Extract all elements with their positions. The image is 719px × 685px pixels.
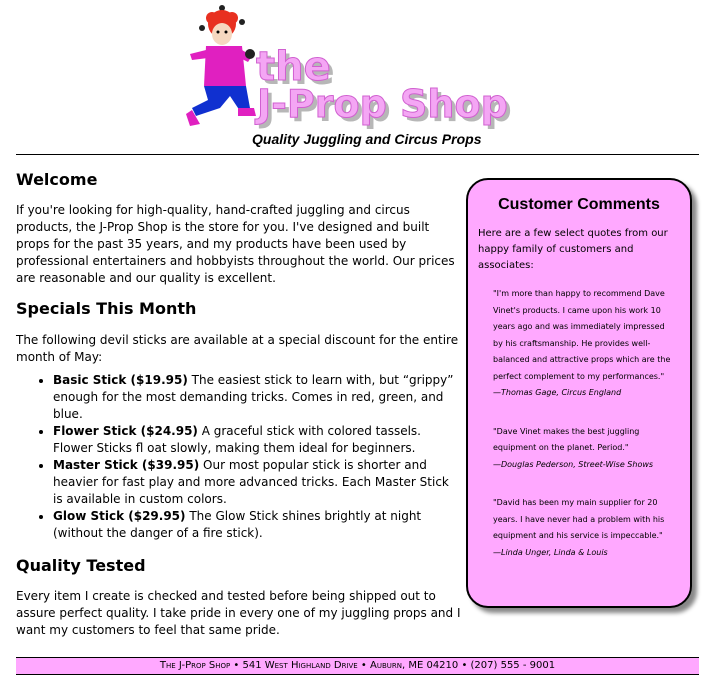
customer-comments-box: Customer Comments Here are a few select … (466, 178, 692, 608)
customer-quote: "I'm more than happy to recommend Dave V… (493, 286, 674, 402)
quote-attribution: —Thomas Gage, Circus England (493, 388, 622, 397)
footer-address: The J-Prop Shop • 541 West Highland Driv… (16, 657, 699, 675)
header-divider (16, 154, 699, 155)
tagline-text: Quality Juggling and Circus Props (252, 131, 482, 147)
quote-attribution: —Douglas Pederson, Street-Wise Shows (493, 459, 654, 469)
specials-intro: The following devil sticks are available… (16, 333, 459, 364)
customer-quote: "Dave Vinet makes the best juggling equi… (493, 424, 674, 474)
quote-text: "I'm more than happy to recommend Dave V… (493, 289, 671, 381)
sidebar-heading: Customer Comments (498, 196, 660, 213)
quote-text: "Dave Vinet makes the best juggling equi… (493, 426, 640, 453)
quote-text: "David has been my main supplier for 20 … (493, 498, 665, 540)
header: the the J-Prop Shop J-Prop Shop Quality … (0, 0, 719, 150)
quality-text: Every item I create is checked and teste… (16, 589, 461, 637)
customer-quote: "David has been my main supplier for 20 … (493, 495, 674, 561)
welcome-text: If you're looking for high-quality, hand… (16, 203, 455, 285)
item-name: Basic Stick ($19.95) (53, 373, 188, 387)
quality-heading: Quality Tested (16, 556, 146, 575)
specials-heading: Specials This Month (16, 299, 197, 318)
list-item: Flower Stick ($24.95) A graceful stick w… (53, 423, 462, 457)
quote-attribution: —Linda Unger, Linda & Louis (493, 547, 608, 557)
list-item: Glow Stick ($29.95) The Glow Stick shine… (53, 508, 462, 542)
item-name: Glow Stick ($29.95) (53, 509, 186, 523)
item-name: Master Stick ($39.95) (53, 458, 200, 472)
list-item: Master Stick ($39.95) Our most popular s… (53, 457, 462, 508)
sidebar-intro: Here are a few select quotes from our ha… (478, 228, 668, 271)
jprop-logo: the the J-Prop Shop J-Prop Shop (186, 5, 512, 130)
welcome-heading: Welcome (16, 170, 98, 189)
specials-list: Basic Stick ($19.95) The easiest stick t… (16, 372, 462, 542)
logo-line2: J-Prop Shop (254, 82, 508, 126)
juggler-figure-icon (186, 5, 256, 126)
list-item: Basic Stick ($19.95) The easiest stick t… (53, 372, 462, 423)
item-name: Flower Stick ($24.95) (53, 424, 198, 438)
main-content: Welcome If you're looking for high-quali… (16, 170, 462, 649)
